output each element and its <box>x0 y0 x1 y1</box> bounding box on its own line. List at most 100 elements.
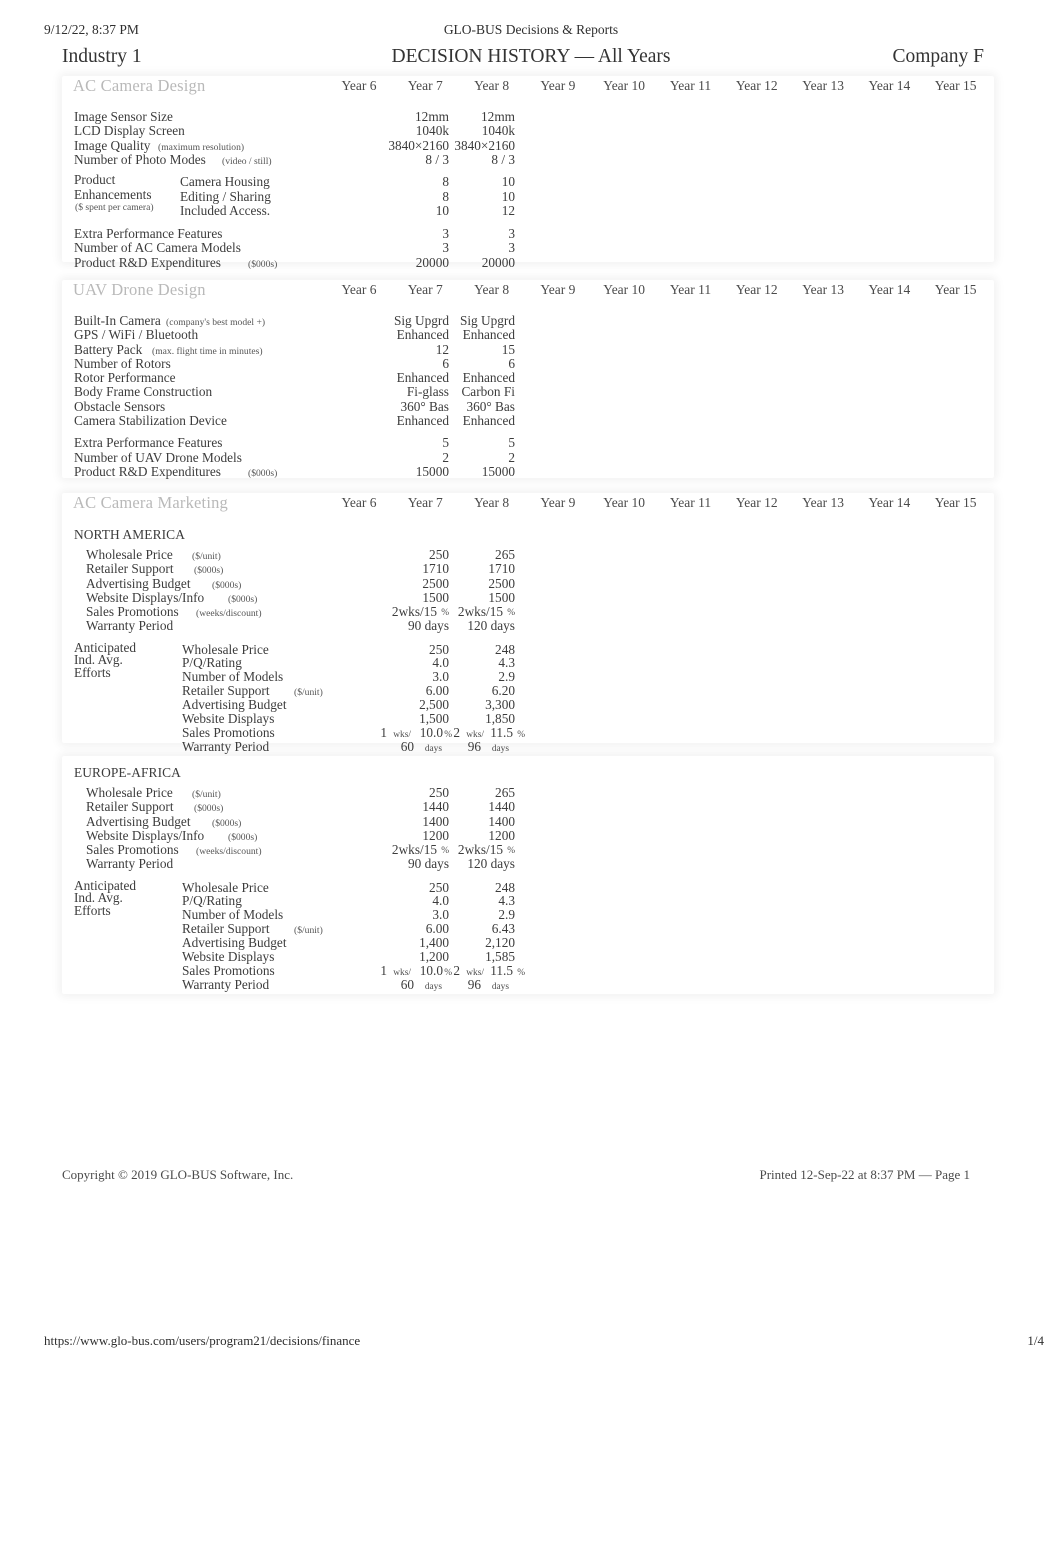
warranty-unit-year6: days <box>424 743 442 754</box>
year-column-header: Year 11 <box>669 78 712 93</box>
table-row: Extra Performance Features 3 3 <box>62 226 994 241</box>
table-row: Rotor Performance Enhanced Enhanced <box>62 370 994 385</box>
copyright-text: Copyright © 2019 GLO-BUS Software, Inc. <box>62 1167 294 1182</box>
section-title: AC Camera Marketing <box>73 493 229 512</box>
page-count-label: 1/4 <box>1027 1333 1044 1348</box>
row-unit-note: (video / still) <box>222 155 272 167</box>
row-label: Warranty Period <box>86 856 174 872</box>
year-column-header: Year 8 <box>474 495 510 510</box>
row-unit-note: ($000s) <box>194 803 224 815</box>
section-ac-camera-marketing-north-america: AC Camera Marketing Year 6 Year 7 Year 8… <box>62 493 994 754</box>
row-value-year7: 20000 <box>481 254 515 270</box>
section-header: UAV Drone Design Year 6 Year 7 Year 8 Ye… <box>62 280 994 306</box>
year-column-header: Year 10 <box>603 282 646 297</box>
promo-weeks-unit-year7: wks/ <box>466 729 484 740</box>
warranty-unit-year6: days <box>424 981 442 992</box>
row-label: Warranty Period <box>182 739 270 755</box>
row-value-year6: 10 <box>435 203 449 219</box>
year-column-header: Year 6 <box>341 78 377 93</box>
table-row: Wholesale Price ($/unit) 250 265 <box>62 547 994 562</box>
row-unit-note: ($000s) <box>194 565 224 577</box>
year-column-header: Year 15 <box>934 495 977 510</box>
row-unit-note: ($000s) <box>248 467 278 479</box>
section-ac-camera-design: AC Camera Design Year 6 Year 7 Year 8 Ye… <box>62 76 994 270</box>
section-ac-camera-marketing-europe-africa: EUROPE-AFRICA Wholesale Price ($/unit) 2… <box>62 756 994 994</box>
year-column-header: Year 8 <box>474 78 510 93</box>
year-column-header: Year 13 <box>802 78 844 93</box>
table-row: Camera Stabilization Device Enhanced Enh… <box>62 413 994 428</box>
region-rows: Wholesale Price ($/unit) 250 265 Retaile… <box>62 547 994 634</box>
table-row: Product R&D Expenditures ($000s) 20000 2… <box>62 254 994 270</box>
promo-discount-year7: 11.5 <box>490 725 513 741</box>
promo-weeks-year7: 2 <box>453 725 460 741</box>
promo-weeks-year7: 2 <box>453 963 460 979</box>
region-name: NORTH AMERICA <box>74 527 185 542</box>
printed-text: Printed 12-Sep-22 at 8:37 PM — Page 1 <box>759 1167 970 1182</box>
table-row: Image Quality (maximum resolution) 3840×… <box>62 138 994 153</box>
row-value-year7: 15000 <box>481 463 515 479</box>
promo-discount-year6: 10.0 <box>419 725 443 741</box>
table-row: Obstacle Sensors 360° Bas 360° Bas <box>62 399 994 414</box>
row-value-year6-unit: % <box>441 608 449 619</box>
report-title-row: Industry 1 DECISION HISTORY — All Years … <box>0 46 1062 72</box>
promo-weeks-unit-year7: wks/ <box>466 967 484 978</box>
promo-discount-year7: 11.5 <box>490 963 513 979</box>
region-rows: Wholesale Price ($/unit) 250 265 Retaile… <box>62 785 994 872</box>
table-row: Sales Promotions (weeks/discount) 2wks/1… <box>62 842 994 857</box>
enhancements-label-line1: Product <box>74 172 116 188</box>
warranty-value-year7: 96 <box>467 739 481 755</box>
year-column-header: Year 9 <box>540 495 576 510</box>
year-column-header: Year 11 <box>669 282 712 297</box>
table-row: Website Displays/Info ($000s) 1200 1200 <box>62 828 994 843</box>
table-row: Battery Pack (max. flight time in minute… <box>62 342 994 357</box>
year-column-header: Year 8 <box>474 282 510 297</box>
year-column-header: Year 6 <box>341 282 377 297</box>
promo-weeks-unit-year6: wks/ <box>393 967 411 978</box>
year-column-header: Year 7 <box>407 78 443 93</box>
promo-discount-unit-year7: % <box>517 967 525 978</box>
row-label: Product R&D Expenditures <box>74 463 221 479</box>
table-row: Warranty Period 90 days 120 days <box>62 856 994 872</box>
year-column-header: Year 13 <box>802 282 844 297</box>
year-column-header: Year 15 <box>934 78 977 93</box>
company-label: Company F <box>892 46 984 67</box>
section-title: UAV Drone Design <box>73 280 206 299</box>
year-column-header: Year 6 <box>341 495 377 510</box>
row-value-year7-unit: % <box>507 846 515 857</box>
promo-discount-unit-year6: % <box>444 729 452 740</box>
anticipated-efforts-europe-africa: Anticipated Ind. Avg. Efforts Wholesale … <box>62 879 994 993</box>
source-url: https://www.glo-bus.com/users/program21/… <box>44 1333 361 1348</box>
warranty-value-year6: 60 <box>400 739 414 755</box>
row-value-year6: 20000 <box>415 254 449 270</box>
warranty-unit-year7: days <box>491 743 509 754</box>
anticipated-label-line3: Efforts <box>74 902 111 918</box>
row-unit-note: ($000s) <box>248 258 278 270</box>
year-column-header: Year 15 <box>934 282 977 297</box>
warranty-value-year7: 96 <box>467 977 481 993</box>
print-header: 9/12/22, 8:37 PM GLO-BUS Decisions & Rep… <box>0 22 1062 40</box>
table-row: Warranty Period 90 days 120 days <box>62 618 994 634</box>
year-column-header: Year 12 <box>735 495 778 510</box>
row-unit-note: ($/unit) <box>294 924 323 936</box>
row-unit-note: ($/unit) <box>294 686 323 698</box>
table-row: Number of UAV Drone Models 2 2 <box>62 450 994 465</box>
table-row: Image Sensor Size 12mm 12mm <box>62 109 994 124</box>
row-unit-note: (weeks/discount) <box>196 608 262 620</box>
row-unit-note: ($000s) <box>212 817 242 829</box>
table-row: Number of AC Camera Models 3 3 <box>62 240 994 255</box>
promo-weeks-year6: 1 <box>380 725 387 741</box>
row-unit-note: ($000s) <box>228 831 258 843</box>
row-unit-note: ($/unit) <box>192 551 221 562</box>
row-value-year6: 90 days <box>408 856 449 872</box>
row-value-year6: 90 days <box>408 618 449 634</box>
promo-discount-unit-year7: % <box>517 729 525 740</box>
row-unit-note: ($000s) <box>228 593 258 605</box>
row-label: Included Access. <box>180 203 271 219</box>
anticipated-efforts-north-america: Anticipated Ind. Avg. Efforts Wholesale … <box>62 641 994 755</box>
year-column-header: Year 14 <box>868 495 911 510</box>
row-label: Warranty Period <box>86 618 174 634</box>
anticipated-label-line3: Efforts <box>74 664 111 680</box>
warranty-value-year6: 60 <box>400 977 414 993</box>
row-value-year7: 120 days <box>467 856 515 872</box>
section-title: AC Camera Design <box>73 76 206 95</box>
